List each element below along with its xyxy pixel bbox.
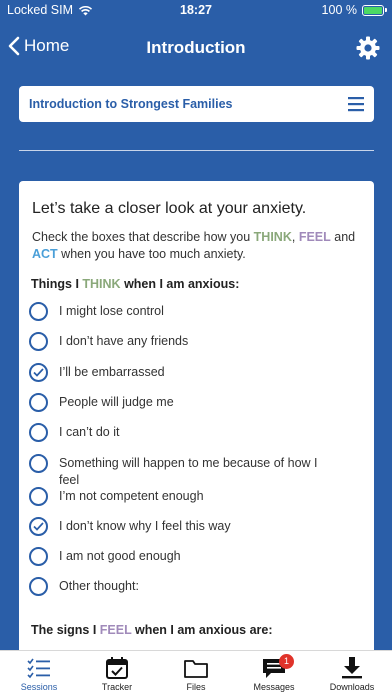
- checkbox-item[interactable]: I am not good enough: [29, 547, 359, 566]
- hamburger-menu-icon[interactable]: [348, 96, 364, 112]
- act-keyword: ACT: [32, 247, 58, 261]
- settings-button[interactable]: [356, 36, 380, 65]
- checkbox-circle[interactable]: [29, 302, 48, 321]
- checkmark-icon: [33, 522, 44, 531]
- section-heading: Let’s take a closer look at your anxiety…: [32, 200, 307, 217]
- checkbox-circle[interactable]: [29, 577, 48, 596]
- checkbox-circle[interactable]: [29, 393, 48, 412]
- checkbox-item[interactable]: I can’t do it: [29, 423, 359, 442]
- checkbox-circle[interactable]: [29, 454, 48, 473]
- module-selector[interactable]: Introduction to Strongest Families: [19, 86, 374, 122]
- tab-sessions[interactable]: Sessions: [0, 655, 78, 692]
- calendar-check-icon: [106, 657, 128, 679]
- sessions-list-icon: [27, 658, 50, 679]
- checkbox-item[interactable]: I’m not competent enough: [29, 487, 359, 506]
- checkbox-circle[interactable]: [29, 363, 48, 382]
- feel-keyword: FEEL: [298, 230, 331, 244]
- status-bar: Locked SIM 18:27 100 %: [0, 0, 392, 22]
- battery-percent: 100 %: [321, 3, 357, 17]
- tab-downloads[interactable]: Downloads: [313, 655, 391, 692]
- think-keyword: THINK: [253, 230, 292, 244]
- checkbox-item[interactable]: People will judge me: [29, 393, 359, 412]
- download-icon: [342, 657, 362, 679]
- checkbox-circle[interactable]: [29, 517, 48, 536]
- tab-messages[interactable]: 1 Messages: [235, 654, 313, 692]
- content-card: Let’s take a closer look at your anxiety…: [19, 181, 374, 661]
- folder-icon: [184, 660, 208, 678]
- gear-icon: [356, 36, 380, 60]
- checkbox-item[interactable]: I don’t have any friends: [29, 332, 359, 351]
- instructions-text: Check the boxes that describe how you TH…: [32, 230, 356, 261]
- checkmark-icon: [33, 368, 44, 377]
- checkbox-item[interactable]: I’ll be embarrassed: [29, 363, 359, 382]
- page-title: Introduction: [146, 38, 246, 57]
- checkbox-circle[interactable]: [29, 487, 48, 506]
- checkbox-item[interactable]: I might lose control: [29, 302, 359, 321]
- checkbox-item[interactable]: Other thought:: [29, 577, 359, 596]
- divider: [19, 150, 374, 151]
- checkbox-circle[interactable]: [29, 547, 48, 566]
- feel-section-label: The signs I FEEL when I am anxious are:: [31, 623, 273, 637]
- module-title: Introduction to Strongest Families: [29, 97, 233, 111]
- checkbox-item[interactable]: I don’t know why I feel this way: [29, 517, 359, 536]
- checkbox-circle[interactable]: [29, 423, 48, 442]
- checkbox-item[interactable]: Something will happen to me because of h…: [29, 454, 359, 489]
- tab-bar: Sessions Tracker Files 1 Messages Downlo…: [0, 650, 392, 696]
- think-section-label: Things I THINK when I am anxious:: [31, 277, 240, 291]
- tab-files[interactable]: Files: [157, 655, 235, 692]
- checkbox-circle[interactable]: [29, 332, 48, 351]
- battery-icon: [362, 4, 387, 16]
- messages-badge: 1: [279, 654, 294, 669]
- tab-tracker[interactable]: Tracker: [78, 655, 156, 692]
- nav-bar: Home Introduction: [0, 30, 392, 66]
